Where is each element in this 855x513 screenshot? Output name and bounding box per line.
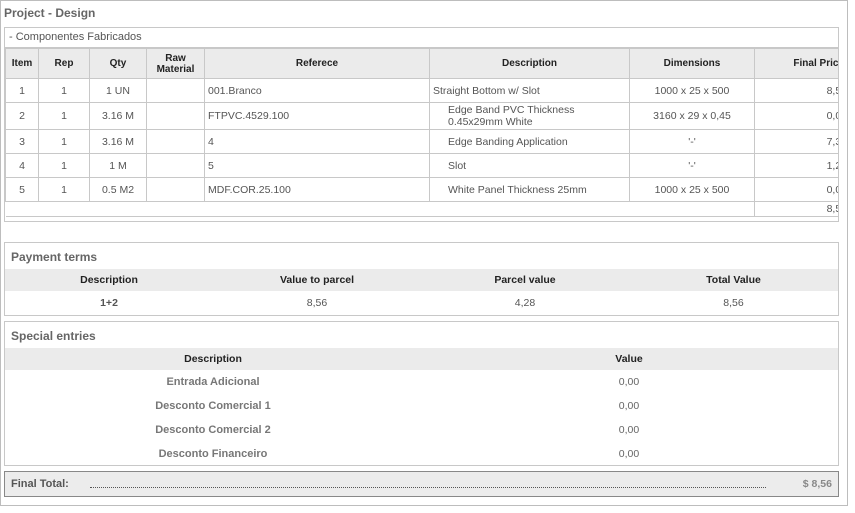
special-entry-row: Desconto Comercial 1 0,00: [5, 394, 838, 418]
rep-cell: 1: [38, 153, 90, 178]
header-rep: Rep: [38, 48, 90, 79]
payment-description: 1+2: [100, 297, 118, 309]
special-header-description: Description: [184, 353, 242, 365]
dimensions-cell: 1000 x 25 x 500: [629, 78, 755, 103]
subtotal-value: 8,56: [754, 201, 838, 217]
rep-cell: 1: [38, 102, 90, 130]
special-entry-value: 0,00: [618, 400, 640, 412]
payment-header-description: Description: [80, 274, 138, 286]
description-cell: Edge Banding Application: [429, 129, 630, 154]
description-cell: Edge Band PVC Thickness 0.45x29mm White: [429, 102, 630, 130]
special-entry-row: Desconto Comercial 2 0,00: [5, 418, 838, 442]
payment-value-to-parcel: 8,56: [306, 297, 328, 309]
description-cell: White Panel Thickness 25mm: [429, 177, 630, 202]
header-qty: Qty: [89, 48, 147, 79]
table-row[interactable]: 3 1 3.16 M 4 Edge Banding Application '-…: [5, 129, 838, 154]
rep-cell: 1: [38, 78, 90, 103]
subtotal-row: 8,56: [5, 201, 838, 217]
final-total-bar: Final Total: $ 8,56: [4, 471, 839, 497]
special-entry-description: Desconto Comercial 2: [155, 424, 271, 436]
price-cell: 8,56: [754, 78, 838, 103]
item-cell: 2: [5, 102, 39, 130]
item-cell: 4: [5, 153, 39, 178]
item-cell: 5: [5, 177, 39, 202]
special-entry-description: Desconto Comercial 1: [155, 400, 271, 412]
payment-row: 1+2 8,56 4,28 8,56: [5, 293, 838, 313]
reference-cell: MDF.COR.25.100: [204, 177, 430, 202]
reference-cell: FTPVC.4529.100: [204, 102, 430, 130]
subtotal-spacer: [5, 201, 755, 217]
dimensions-cell: '-': [629, 129, 755, 154]
special-entries-title: Special entries: [11, 329, 96, 343]
item-cell: 3: [5, 129, 39, 154]
payment-parcel-value: 4,28: [514, 297, 536, 309]
qty-cell: 3.16 M: [89, 102, 147, 130]
payment-terms-section: Payment terms Description Value to parce…: [4, 242, 839, 316]
rep-cell: 1: [38, 129, 90, 154]
raw-material-cell: [146, 102, 205, 130]
description-cell: Slot: [429, 153, 630, 178]
header-item: Item: [5, 48, 39, 79]
payment-header-value-to-parcel: Value to parcel: [279, 274, 355, 286]
reference-cell: 4: [204, 129, 430, 154]
dimensions-cell: 3160 x 29 x 0,45: [629, 102, 755, 130]
payment-total-value: 8,56: [723, 297, 744, 309]
raw-material-cell: [146, 78, 205, 103]
header-reference: Referece: [204, 48, 430, 79]
special-entry-value: 0,00: [618, 448, 640, 460]
table-row[interactable]: 5 1 0.5 M2 MDF.COR.25.100 White Panel Th…: [5, 177, 838, 202]
price-cell: 7,30: [754, 129, 838, 154]
header-description: Description: [429, 48, 630, 79]
page-title: Project - Design: [4, 6, 96, 20]
special-entry-row: Entrada Adicional 0,00: [5, 370, 838, 394]
table-row[interactable]: 2 1 3.16 M FTPVC.4529.100 Edge Band PVC …: [5, 102, 838, 130]
raw-material-cell: [146, 129, 205, 154]
reference-cell: 001.Branco: [204, 78, 430, 103]
special-entry-value: 0,00: [618, 376, 640, 388]
qty-cell: 0.5 M2: [89, 177, 147, 202]
dimensions-cell: '-': [629, 153, 755, 178]
final-total-leader: [90, 487, 766, 488]
price-cell: 0,00: [754, 102, 838, 130]
components-section-toggle[interactable]: - Componentes Fabricados: [5, 28, 838, 48]
qty-cell: 3.16 M: [89, 129, 147, 154]
rep-cell: 1: [38, 177, 90, 202]
final-total-value: $ 8,56: [802, 478, 832, 490]
qty-cell: 1 M: [89, 153, 147, 178]
special-entry-description: Desconto Financeiro: [158, 448, 268, 460]
special-entry-value: 0,00: [618, 424, 640, 436]
payment-terms-title: Payment terms: [11, 250, 98, 264]
special-entry-description: Entrada Adicional: [166, 376, 260, 388]
description-cell: Straight Bottom w/ Slot: [429, 78, 630, 103]
qty-cell: 1 UN: [89, 78, 147, 103]
item-cell: 1: [5, 78, 39, 103]
final-total-label: Final Total:: [11, 478, 69, 490]
payment-header-total-value: Total Value: [706, 274, 761, 286]
raw-material-cell: [146, 177, 205, 202]
price-cell: 1,26: [754, 153, 838, 178]
price-cell: 0,00: [754, 177, 838, 202]
payment-header-parcel-value: Parcel value: [494, 274, 556, 286]
components-section: - Componentes Fabricados Item Rep Qty Ra…: [4, 27, 839, 222]
header-final-price: Final Price: [754, 48, 838, 79]
components-table: Item Rep Qty Raw Material Referece Descr…: [5, 48, 838, 217]
table-row[interactable]: 1 1 1 UN 001.Branco Straight Bottom w/ S…: [5, 78, 838, 103]
dimensions-cell: 1000 x 25 x 500: [629, 177, 755, 202]
special-entry-row: Desconto Financeiro 0,00: [5, 442, 838, 466]
special-header-value: Value: [615, 353, 643, 365]
special-header-row: Description Value: [5, 348, 838, 370]
table-row[interactable]: 4 1 1 M 5 Slot '-' 1,26: [5, 153, 838, 178]
table-header-row: Item Rep Qty Raw Material Referece Descr…: [5, 48, 838, 79]
special-entries-section: Special entries Description Value Entrad…: [4, 321, 839, 466]
header-raw-material: Raw Material: [146, 48, 205, 79]
reference-cell: 5: [204, 153, 430, 178]
header-dimensions: Dimensions: [629, 48, 755, 79]
raw-material-cell: [146, 153, 205, 178]
payment-header-row: Description Value to parcel Parcel value…: [5, 269, 838, 291]
